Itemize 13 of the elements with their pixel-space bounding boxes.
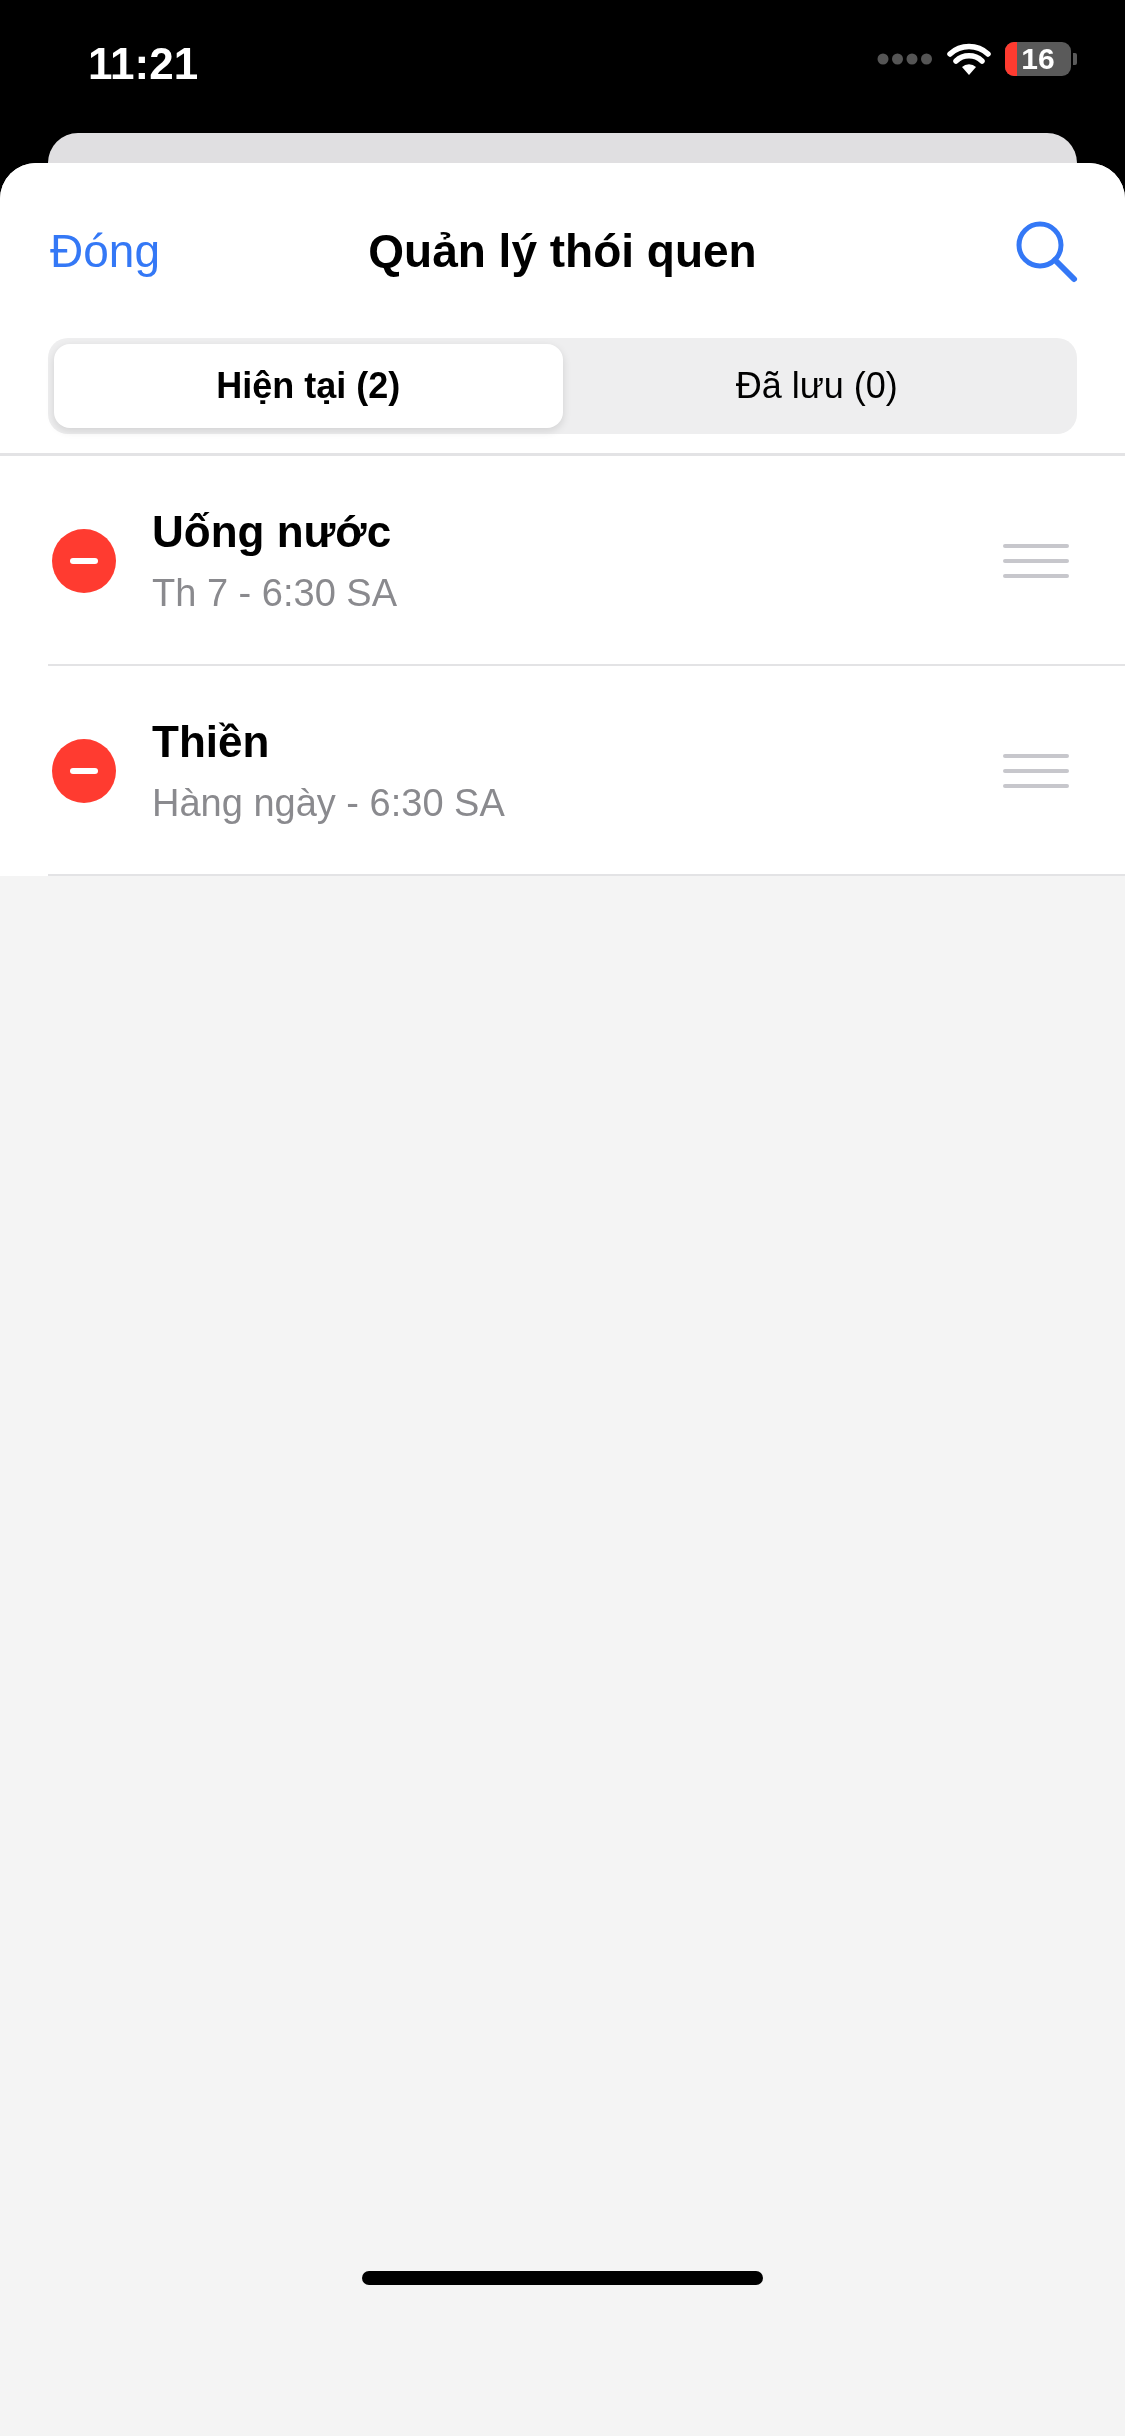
delete-icon[interactable]	[52, 529, 116, 593]
drag-handle-icon[interactable]	[1003, 754, 1069, 788]
segment-tab[interactable]: Hiện tại (2)	[54, 344, 563, 428]
habit-name: Uống nước	[152, 510, 393, 554]
status-time: 11:21	[88, 42, 199, 86]
habit-schedule: Th 7 - 6:30 SA	[152, 574, 398, 612]
drag-handle-icon[interactable]	[1003, 544, 1069, 578]
habit-schedule: Hàng ngày - 6:30 SA	[152, 784, 506, 822]
segment-tab[interactable]: Đã lưu (0)	[562, 344, 1071, 428]
signal-icon	[877, 53, 933, 65]
habit-name: Thiền	[152, 720, 271, 764]
wifi-icon	[947, 42, 991, 76]
delete-icon[interactable]	[52, 739, 116, 803]
